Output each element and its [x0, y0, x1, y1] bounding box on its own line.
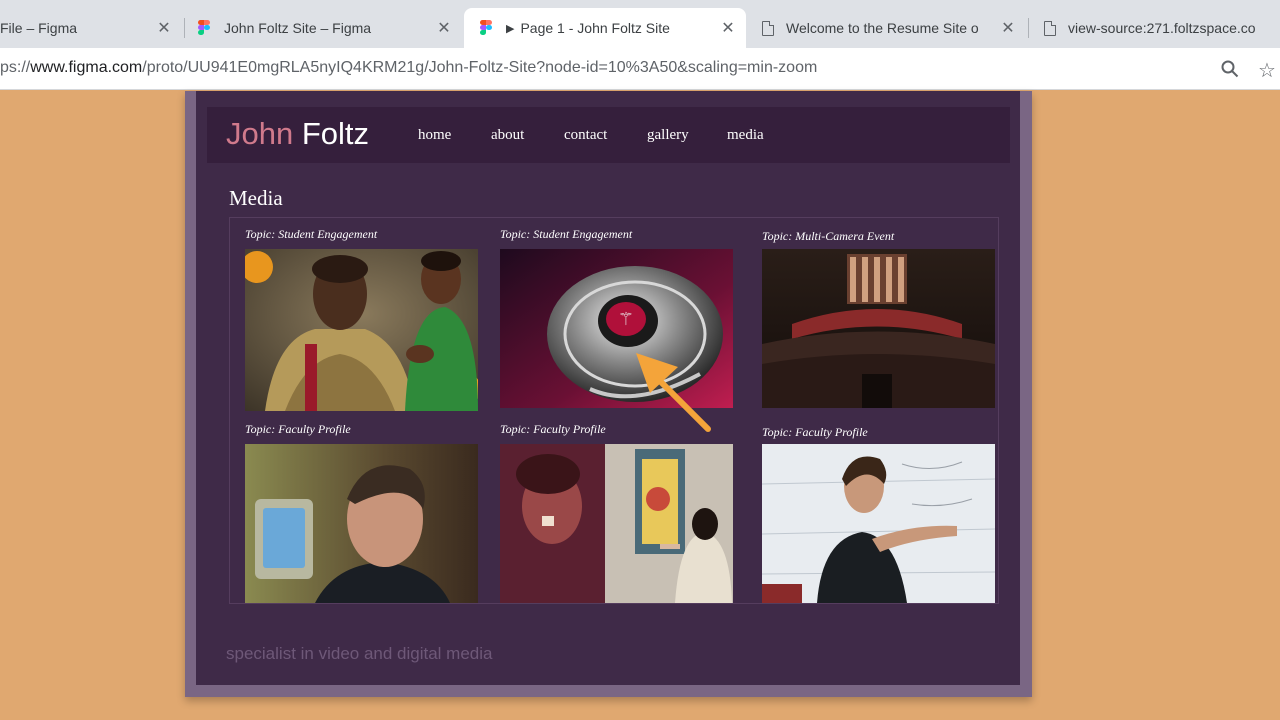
tab-file-figma[interactable]: File – Figma ✕ — [0, 8, 184, 48]
browser-tab-strip: File – Figma ✕ John Foltz Site – Figma ✕… — [0, 0, 1280, 52]
card-topic-label: Topic: Faculty Profile — [762, 425, 868, 439]
tab-resume-site[interactable]: Welcome to the Resume Site o ✕ — [752, 8, 1024, 48]
nav-about[interactable]: about — [491, 127, 524, 144]
document-icon — [1044, 20, 1056, 36]
close-icon[interactable]: ✕ — [998, 18, 1018, 38]
video-thumbnail-faculty-portrait[interactable] — [245, 444, 478, 603]
browser-toolbar: ps://www.figma.com/proto/UU941E0mgRLA5ny… — [0, 48, 1280, 90]
tab-title: File – Figma — [0, 20, 78, 36]
card-topic-label: Topic: Faculty Profile — [500, 422, 606, 436]
card-topic-label: Topic: Student Engagement — [500, 227, 633, 241]
nav-media[interactable]: media — [727, 127, 764, 144]
video-thumbnail-painter-studio[interactable] — [500, 444, 733, 603]
address-bar[interactable]: ps://www.figma.com/proto/UU941E0mgRLA5ny… — [0, 59, 817, 77]
site-tagline: specialist in video and digital media — [226, 644, 493, 663]
play-icon: ▶ — [506, 22, 515, 35]
brand-last-name: Foltz — [301, 116, 370, 151]
zoom-icon[interactable] — [1221, 60, 1239, 78]
prototype-frame: John Foltz home about contact gallery me… — [185, 91, 1032, 697]
site-page: John Foltz home about contact gallery me… — [196, 91, 1020, 685]
site-header: John Foltz home about contact gallery me… — [207, 107, 1010, 163]
figma-icon — [198, 20, 214, 36]
brand-first-name: John — [226, 116, 294, 151]
page-title: Media — [229, 186, 283, 210]
card-topic-label: Topic: Faculty Profile — [245, 422, 351, 436]
nav-contact[interactable]: contact — [564, 127, 607, 144]
tab-title: view-source:271.foltzspace.co — [1068, 20, 1256, 36]
tab-separator — [1028, 18, 1029, 38]
tab-title: John Foltz Site – Figma — [224, 20, 372, 36]
bookmark-star-icon[interactable]: ☆ — [1258, 58, 1276, 83]
close-icon[interactable]: ✕ — [718, 18, 738, 38]
annotation-arrow-icon — [636, 353, 711, 432]
tab-title: Page 1 - John Foltz Site — [520, 20, 670, 36]
card-topic-label: Topic: Student Engagement — [245, 227, 378, 241]
site-logo[interactable]: John Foltz — [226, 116, 369, 152]
close-icon[interactable]: ✕ — [154, 18, 174, 38]
card-topic-label: Topic: Multi-Camera Event — [762, 229, 895, 243]
url-host: www.figma.com — [30, 59, 143, 76]
document-icon — [762, 20, 774, 36]
tab-page-1-john-foltz-site[interactable]: ▶ Page 1 - John Foltz Site ✕ — [464, 8, 746, 48]
nav-home[interactable]: home — [418, 127, 451, 144]
close-icon[interactable]: ✕ — [434, 18, 454, 38]
tab-view-source[interactable]: view-source:271.foltzspace.co — [1034, 8, 1280, 48]
url-scheme: ps:// — [0, 59, 31, 76]
tab-title: Welcome to the Resume Site o — [786, 20, 979, 36]
tab-john-foltz-site-figma[interactable]: John Foltz Site – Figma ✕ — [188, 8, 460, 48]
browser-viewport: John Foltz home about contact gallery me… — [0, 91, 1280, 720]
svg-text:⚚: ⚚ — [618, 309, 634, 330]
video-thumbnail-concert-hall[interactable] — [762, 249, 995, 408]
video-thumbnail-woman-and-child[interactable] — [245, 249, 478, 411]
tab-separator — [184, 18, 185, 38]
nav-gallery[interactable]: gallery — [647, 127, 689, 144]
figma-icon — [480, 20, 496, 36]
video-thumbnail-lecturer[interactable] — [762, 444, 995, 603]
url-path: /proto/UU941E0mgRLA5nyIQ4KRM21g/John-Fol… — [142, 59, 818, 76]
